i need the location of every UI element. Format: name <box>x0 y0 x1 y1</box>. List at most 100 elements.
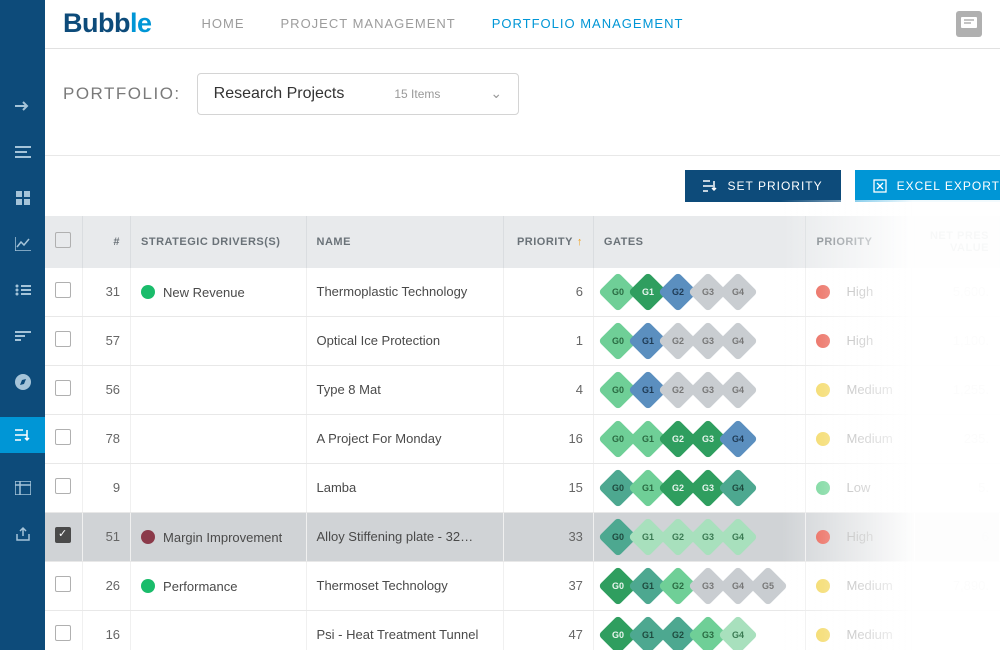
gate-badge[interactable]: G4 <box>718 517 758 557</box>
select-all-checkbox[interactable] <box>55 232 71 248</box>
col-priority[interactable]: PRIORITY↑ <box>504 216 594 268</box>
row-checkbox[interactable] <box>55 625 71 641</box>
gate-badge[interactable]: G5 <box>748 566 788 606</box>
row-priority2: Medium <box>806 414 914 463</box>
chevron-down-icon: ⌄ <box>490 85 502 102</box>
sidebar-table-icon[interactable] <box>12 477 34 499</box>
row-priority: 47 <box>504 610 594 650</box>
sort-asc-icon: ↑ <box>577 236 583 248</box>
row-name: Psi - Heat Treatment Tunnel <box>306 610 504 650</box>
row-checkbox[interactable] <box>55 380 71 396</box>
row-priority2: Medium <box>806 561 914 610</box>
priority-dot-icon <box>816 628 830 642</box>
portfolio-select[interactable]: Research Projects 15 Items ⌄ <box>197 73 519 115</box>
row-name: A Project For Monday <box>306 414 504 463</box>
logo: Bubble <box>63 8 152 39</box>
col-drivers[interactable]: STRATEGIC DRIVERS(S) <box>131 216 306 268</box>
excel-export-label: EXCEL EXPORT <box>897 179 1000 193</box>
row-checkbox[interactable] <box>55 576 71 592</box>
sidebar-export-icon[interactable] <box>12 523 34 545</box>
col-priority2[interactable]: PRIORITY <box>806 216 914 268</box>
sidebar-arrow-icon[interactable] <box>12 95 34 117</box>
priority-dot-icon <box>816 530 830 544</box>
sidebar-grid-icon[interactable] <box>12 187 34 209</box>
sidebar-priority-icon[interactable] <box>0 417 45 453</box>
table-row[interactable]: 31New RevenueThermoplastic Technology6G0… <box>45 268 1000 317</box>
row-priority: 1 <box>504 316 594 365</box>
row-gates: G0G1G2G3G4G5 <box>593 561 806 610</box>
set-priority-button[interactable]: SET PRIORITY <box>685 170 840 202</box>
row-driver <box>131 463 306 512</box>
row-gates: G0G1G2G3G4 <box>593 610 806 650</box>
col-npv[interactable]: NET PRES VALUE <box>914 216 999 268</box>
gate-badge[interactable]: G4 <box>718 272 758 312</box>
driver-dot-icon <box>141 579 155 593</box>
row-priority: 33 <box>504 512 594 561</box>
sidebar-bullets-icon[interactable] <box>12 279 34 301</box>
gate-badge[interactable]: G4 <box>718 321 758 361</box>
col-name[interactable]: NAME <box>306 216 504 268</box>
row-priority2: High <box>806 268 914 317</box>
row-checkbox[interactable] <box>55 527 71 543</box>
table-row[interactable]: 57Optical Ice Protection1G0G1G2G3G4High1… <box>45 316 1000 365</box>
priority-dot-icon <box>816 579 830 593</box>
row-npv: 235. <box>914 414 999 463</box>
table-row[interactable]: 16Psi - Heat Treatment Tunnel47G0G1G2G3G… <box>45 610 1000 650</box>
row-number: 78 <box>83 414 131 463</box>
row-gates: G0G1G2G3G4 <box>593 316 806 365</box>
gate-badge[interactable]: G4 <box>718 615 758 650</box>
row-name: Thermoplastic Technology <box>306 268 504 317</box>
driver-dot-icon <box>141 285 155 299</box>
chat-icon[interactable] <box>956 11 982 37</box>
projects-table: # STRATEGIC DRIVERS(S) NAME PRIORITY↑ GA… <box>45 216 1000 650</box>
row-checkbox[interactable] <box>55 429 71 445</box>
actions-bar: SET PRIORITY EXCEL EXPORT <box>45 156 1000 216</box>
table-row[interactable]: 56Type 8 Mat4G0G1G2G3G4Medium1,255. <box>45 365 1000 414</box>
gate-badge[interactable]: G4 <box>718 370 758 410</box>
priority-dot-icon <box>816 285 830 299</box>
col-gates[interactable]: GATES <box>593 216 806 268</box>
row-name: Optical Ice Protection <box>306 316 504 365</box>
row-gates: G0G1G2G3G4 <box>593 365 806 414</box>
sidebar-lines-icon[interactable] <box>12 141 34 163</box>
nav-project[interactable]: PROJECT MANAGEMENT <box>281 16 456 31</box>
table-row[interactable]: 51Margin ImprovementAlloy Stiffening pla… <box>45 512 1000 561</box>
nav-portfolio[interactable]: PORTFOLIO MANAGEMENT <box>492 16 684 31</box>
gate-badge[interactable]: G4 <box>718 419 758 459</box>
row-driver: Performance <box>131 561 306 610</box>
row-driver <box>131 365 306 414</box>
nav-home[interactable]: HOME <box>202 16 245 31</box>
row-priority: 4 <box>504 365 594 414</box>
row-number: 31 <box>83 268 131 317</box>
gate-badge[interactable]: G4 <box>718 468 758 508</box>
sidebar-compass-icon[interactable] <box>12 371 34 393</box>
table-row[interactable]: 9Lamba15G0G1G2G3G4Low5. <box>45 463 1000 512</box>
priority-dot-icon <box>816 334 830 348</box>
priority-icon <box>703 180 717 192</box>
excel-export-button[interactable]: EXCEL EXPORT <box>855 170 1000 202</box>
table-row[interactable]: 26PerformanceThermoset Technology37G0G1G… <box>45 561 1000 610</box>
row-priority2: High <box>806 316 914 365</box>
row-number: 9 <box>83 463 131 512</box>
row-checkbox[interactable] <box>55 478 71 494</box>
portfolio-label: PORTFOLIO: <box>63 84 181 104</box>
sidebar-chart-icon[interactable] <box>12 233 34 255</box>
row-number: 51 <box>83 512 131 561</box>
row-npv: 5. <box>914 463 999 512</box>
driver-dot-icon <box>141 530 155 544</box>
table-row[interactable]: 78A Project For Monday16G0G1G2G3G4Medium… <box>45 414 1000 463</box>
row-priority2: Medium <box>806 365 914 414</box>
row-npv: 1,100. <box>914 316 999 365</box>
row-checkbox[interactable] <box>55 282 71 298</box>
row-npv <box>914 610 999 650</box>
row-priority2: Low <box>806 463 914 512</box>
row-npv: 5,600. <box>914 268 999 317</box>
row-name: Lamba <box>306 463 504 512</box>
row-checkbox[interactable] <box>55 331 71 347</box>
row-driver <box>131 414 306 463</box>
sidebar-sort-icon[interactable] <box>12 325 34 347</box>
row-driver <box>131 316 306 365</box>
row-npv: 7,890. <box>914 561 999 610</box>
portfolio-count: 15 Items <box>394 87 440 101</box>
col-number[interactable]: # <box>83 216 131 268</box>
